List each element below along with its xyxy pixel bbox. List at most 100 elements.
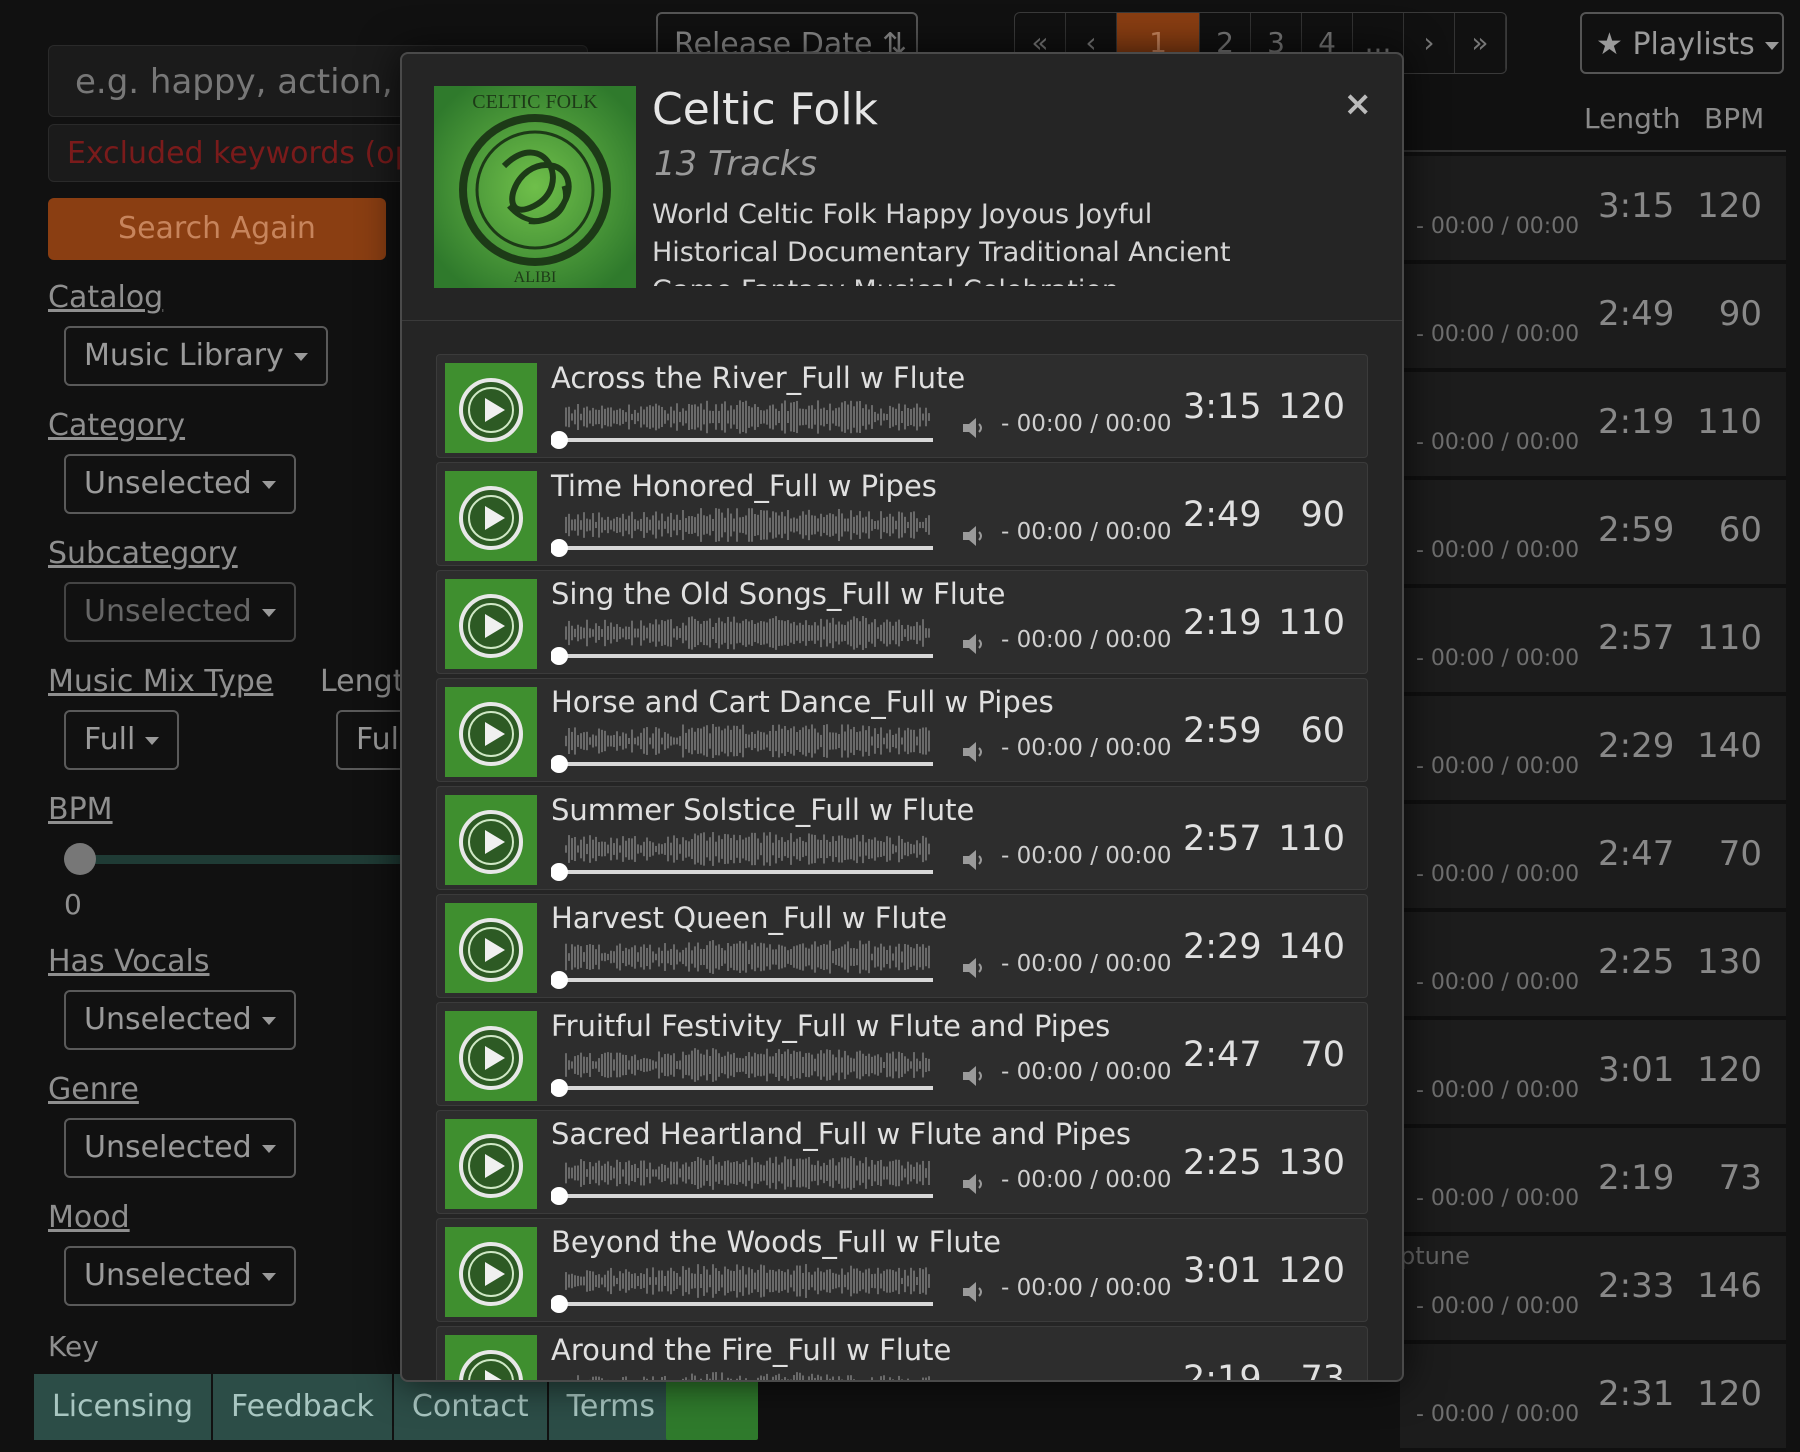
background-track-row[interactable]: - 00:00 / 00:002:4990 [1400,264,1786,372]
background-track-row[interactable]: - 00:00 / 00:002:19110 [1400,372,1786,480]
volume-icon[interactable] [961,415,987,441]
mix-type-select[interactable]: Full [64,710,179,770]
track-thumbnail-play-button[interactable] [445,363,537,453]
column-header-length[interactable]: Length [1584,102,1681,135]
track-title[interactable]: Beyond the Woods_Full w Flute [551,1225,1001,1259]
bpm-label[interactable]: BPM [48,792,113,827]
background-track-row[interactable]: - 00:00 / 00:002:29140 [1400,696,1786,804]
seek-handle[interactable] [551,1295,568,1313]
seek-handle[interactable] [551,755,568,773]
track-title[interactable]: Harvest Queen_Full w Flute [551,901,947,935]
seek-handle[interactable] [551,647,568,665]
seek-handle[interactable] [551,971,568,989]
catalog-select[interactable]: Music Library [64,326,328,386]
seek-handle[interactable] [551,1187,568,1205]
track-title[interactable]: Summer Solstice_Full w Flute [551,793,974,827]
waveform-seek-bar[interactable] [551,1149,933,1205]
background-track-row[interactable]: - 00:00 / 00:003:15120 [1400,156,1786,264]
background-track-row[interactable]: - 00:00 / 00:002:5960 [1400,480,1786,588]
pager-next[interactable]: › [1404,13,1455,73]
background-track-row[interactable]: - 00:00 / 00:002:1973 [1400,1128,1786,1236]
track-thumbnail-play-button[interactable] [445,687,537,777]
track-title[interactable]: Sacred Heartland_Full w Flute and Pipes [551,1117,1131,1151]
length-select[interactable]: Full [336,710,406,770]
footer-contact-link[interactable]: Contact [394,1374,547,1440]
track-title[interactable]: Across the River_Full w Flute [551,361,965,395]
background-track-row[interactable]: - 00:00 / 00:003:01120 [1400,1020,1786,1128]
modal-track-row[interactable]: Beyond the Woods_Full w Flute - 00:00 / … [436,1218,1368,1322]
seek-handle[interactable] [551,863,568,881]
modal-track-row[interactable]: Summer Solstice_Full w Flute - 00:00 / 0… [436,786,1368,890]
track-title[interactable]: Horse and Cart Dance_Full w Pipes [551,685,1054,719]
seek-handle[interactable] [551,431,568,449]
modal-track-row[interactable]: Sacred Heartland_Full w Flute and Pipes … [436,1110,1368,1214]
has-vocals-select[interactable]: Unselected [64,990,296,1050]
modal-track-row[interactable]: Harvest Queen_Full w Flute - 00:00 / 00:… [436,894,1368,998]
track-title[interactable]: Fruitful Festivity_Full w Flute and Pipe… [551,1009,1110,1043]
search-again-button[interactable]: Search Again [48,198,386,260]
waveform-seek-bar[interactable] [551,393,933,449]
pager-last[interactable]: » [1455,13,1506,73]
mood-label[interactable]: Mood [48,1200,130,1235]
waveform-seek-bar[interactable] [551,501,933,557]
footer-terms-link[interactable]: Terms [549,1374,673,1440]
volume-icon[interactable] [961,631,987,657]
volume-icon[interactable] [961,1063,987,1089]
track-thumbnail-play-button[interactable] [445,579,537,669]
waveform-seek-bar[interactable] [551,717,933,773]
track-thumbnail-play-button[interactable] [445,1227,537,1317]
track-thumbnail-play-button[interactable] [445,903,537,993]
volume-icon[interactable] [961,955,987,981]
seek-handle[interactable] [551,539,568,557]
background-track-row[interactable]: - 00:00 / 00:002:4770 [1400,804,1786,912]
catalog-label[interactable]: Catalog [48,280,163,315]
track-thumbnail-play-button[interactable] [445,1011,537,1101]
modal-track-row[interactable]: Fruitful Festivity_Full w Flute and Pipe… [436,1002,1368,1106]
footer-feedback-link[interactable]: Feedback [213,1374,392,1440]
seek-handle[interactable] [551,1079,568,1097]
modal-track-row[interactable]: Horse and Cart Dance_Full w Pipes - 00:0… [436,678,1368,782]
modal-track-row[interactable]: Across the River_Full w Flute - 00:00 / … [436,354,1368,458]
background-track-row[interactable]: ptune- 00:00 / 00:002:33146 [1400,1236,1786,1344]
category-select[interactable]: Unselected [64,454,296,514]
track-thumbnail-play-button[interactable] [445,1119,537,1209]
has-vocals-label[interactable]: Has Vocals [48,944,210,979]
volume-icon[interactable] [961,739,987,765]
subcategory-select[interactable]: Unselected [64,582,296,642]
volume-icon[interactable] [961,523,987,549]
volume-icon[interactable] [961,1171,987,1197]
waveform-seek-bar[interactable] [551,933,933,989]
volume-icon[interactable] [961,1279,987,1305]
track-title[interactable]: Sing the Old Songs_Full w Flute [551,577,1005,611]
genre-label[interactable]: Genre [48,1072,139,1107]
background-track-row[interactable]: - 00:00 / 00:002:57110 [1400,588,1786,696]
subcategory-label[interactable]: Subcategory [48,536,238,571]
waveform-seek-bar[interactable] [551,825,933,881]
volume-icon[interactable] [961,847,987,873]
track-thumbnail-play-button[interactable] [445,795,537,885]
waveform-seek-bar[interactable] [551,1257,933,1313]
modal-track-row[interactable]: Around the Fire_Full w Flute - 00:00 / 0… [436,1326,1368,1382]
category-label[interactable]: Category [48,408,185,443]
footer-licensing-link[interactable]: Licensing [34,1374,211,1440]
genre-select[interactable]: Unselected [64,1118,296,1178]
mix-type-label[interactable]: Music Mix Type [48,664,273,699]
waveform-seek-bar[interactable] [551,1365,933,1382]
mood-select[interactable]: Unselected [64,1246,296,1306]
modal-track-row[interactable]: Sing the Old Songs_Full w Flute - 00:00 … [436,570,1368,674]
background-track-row[interactable]: - 00:00 / 00:002:31120 [1400,1344,1786,1452]
bpm-slider-track[interactable] [64,855,404,864]
track-length: 2:25 [1183,1143,1262,1183]
close-icon[interactable]: × [1344,84,1373,124]
waveform-seek-bar[interactable] [551,1041,933,1097]
bpm-slider-handle[interactable] [64,843,96,875]
column-header-bpm[interactable]: BPM [1704,102,1764,135]
modal-track-row[interactable]: Time Honored_Full w Pipes - 00:00 / 00:0… [436,462,1368,566]
background-track-row[interactable]: - 00:00 / 00:002:25130 [1400,912,1786,1020]
track-thumbnail-play-button[interactable] [445,471,537,561]
track-title[interactable]: Time Honored_Full w Pipes [551,469,937,503]
track-thumbnail-play-button[interactable] [445,1335,537,1382]
waveform-seek-bar[interactable] [551,609,933,665]
track-title[interactable]: Around the Fire_Full w Flute [551,1333,951,1367]
playlists-button[interactable]: ★ Playlists [1580,12,1784,74]
